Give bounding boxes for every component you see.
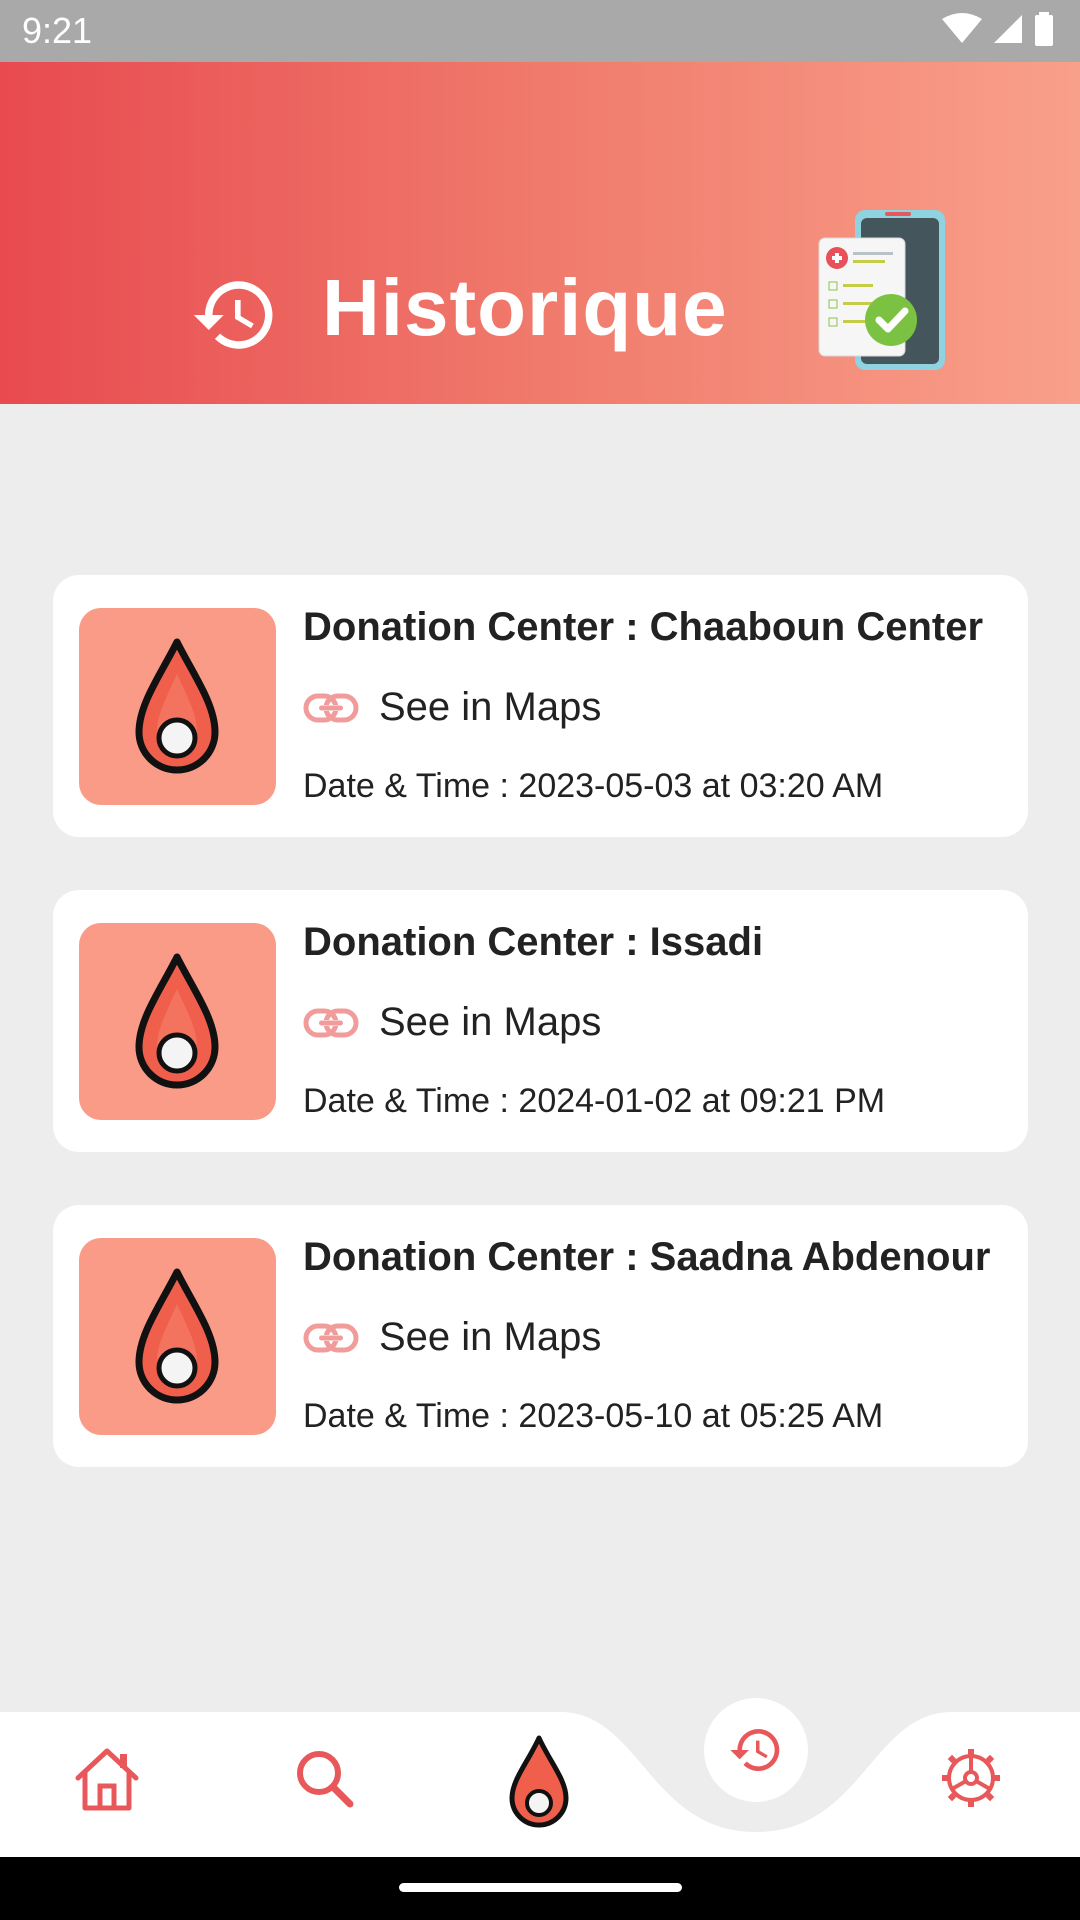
home-icon[interactable]: [72, 1746, 142, 1812]
blood-drop-icon: [135, 638, 219, 774]
donation-center-name: Donation Center : Saadna Abdenour: [303, 1235, 991, 1279]
donation-center-name: Donation Center : Chaaboun Center: [303, 605, 984, 649]
donation-datetime: Date & Time : 2023-05-03 at 03:20 AM: [303, 767, 884, 805]
nav-history-active[interactable]: [704, 1698, 808, 1802]
status-bar: 9:21: [0, 0, 1080, 62]
page-title: Historique: [322, 263, 728, 352]
see-in-maps-label[interactable]: See in Maps: [379, 685, 601, 730]
history-icon: [730, 1729, 780, 1771]
page-header: Historique: [0, 62, 1080, 404]
system-navigation-bar: [0, 1857, 1080, 1920]
see-in-maps-label[interactable]: See in Maps: [379, 1315, 601, 1360]
blood-drop-icon: [135, 953, 219, 1089]
donation-history-card[interactable]: Donation Center : Issadi See in Maps Dat…: [53, 890, 1028, 1152]
medical-phone-illustration-icon: [818, 210, 945, 370]
link-icon: [303, 693, 359, 722]
link-icon: [303, 1008, 359, 1037]
donation-history-card[interactable]: Donation Center : Chaaboun Center See in…: [53, 575, 1028, 837]
see-in-maps-link[interactable]: See in Maps: [303, 1000, 601, 1045]
blood-drop-thumbnail: [79, 1238, 276, 1435]
blood-drop-thumbnail: [79, 608, 276, 805]
status-icons: [942, 12, 1054, 46]
bottom-navigation-bar: [0, 1698, 1080, 1857]
search-icon[interactable]: [294, 1748, 354, 1808]
donation-datetime: Date & Time : 2023-05-10 at 05:25 AM: [303, 1397, 884, 1435]
see-in-maps-link[interactable]: See in Maps: [303, 1315, 601, 1360]
link-icon: [303, 1323, 359, 1352]
settings-icon[interactable]: [940, 1747, 1002, 1809]
history-icon: [193, 281, 273, 349]
blood-drop-icon[interactable]: [506, 1734, 572, 1830]
donation-center-name: Donation Center : Issadi: [303, 920, 764, 964]
status-time: 9:21: [22, 10, 93, 51]
wifi-icon: [942, 13, 982, 43]
donation-history-card[interactable]: Donation Center : Saadna Abdenour See in…: [53, 1205, 1028, 1467]
donation-datetime: Date & Time : 2024-01-02 at 09:21 PM: [303, 1082, 886, 1120]
see-in-maps-link[interactable]: See in Maps: [303, 685, 601, 730]
blood-drop-icon: [135, 1268, 219, 1404]
home-gesture-handle[interactable]: [399, 1883, 682, 1892]
see-in-maps-label[interactable]: See in Maps: [379, 1000, 601, 1045]
battery-icon: [1035, 12, 1053, 46]
signal-icon: [994, 15, 1022, 43]
blood-drop-thumbnail: [79, 923, 276, 1120]
